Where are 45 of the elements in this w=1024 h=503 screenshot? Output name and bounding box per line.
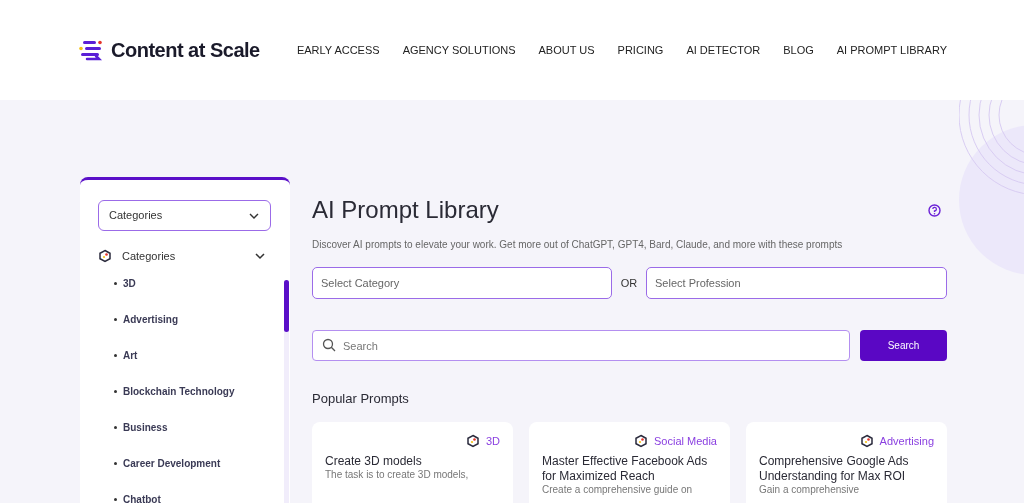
category-dropdown[interactable]: Categories (98, 200, 271, 231)
scrollbar[interactable] (284, 280, 289, 503)
brand-name[interactable]: Content at Scale (111, 35, 260, 65)
profession-select[interactable]: Select Profession (646, 267, 947, 299)
page-title: AI Prompt Library (312, 195, 499, 225)
hexagon-icon (465, 433, 480, 448)
nav-link[interactable]: BLOG (783, 41, 814, 59)
card-title: Master Effective Facebook Ads for Maximized Reach (542, 454, 709, 484)
card-tag[interactable]: Advertising (879, 432, 934, 449)
nav-link[interactable]: ABOUT US (538, 41, 595, 59)
hexagon-icon (634, 433, 648, 448)
nav-link[interactable]: EARLY ACCESS (296, 41, 380, 59)
category-item[interactable]: Advertising (114, 310, 271, 328)
card-title: Create 3D models (325, 454, 423, 469)
category-item[interactable]: Business (114, 418, 271, 436)
nav-link[interactable]: AI PROMPT LIBRARY (836, 41, 947, 59)
category-select[interactable]: Select Category (312, 267, 612, 299)
section-label[interactable]: Categories (122, 248, 176, 265)
search-button[interactable]: Search (860, 330, 947, 361)
category-item[interactable]: 3D (114, 274, 271, 292)
help-icon[interactable] (928, 203, 941, 217)
card-description: The task is to create 3D models, (325, 469, 470, 481)
logo-icon (79, 39, 103, 61)
category-item[interactable]: Art (114, 346, 271, 364)
section-heading: Popular Prompts (312, 390, 410, 408)
prompt-card[interactable]: 3D Create 3D models The task is to create 3D models, (312, 421, 513, 503)
search-icon (322, 338, 336, 352)
nav-link[interactable]: PRICING (617, 41, 664, 59)
subtitle: Discover AI prompts to elevate your work. Get more out of ChatGPT, GPT4, Bard, Claude, and more with these prompts (312, 238, 844, 252)
category-item[interactable]: Blockchain Technology (114, 382, 271, 400)
nav-link[interactable]: AI DETECTOR (686, 41, 761, 59)
category-item[interactable]: Career Development (114, 454, 271, 472)
prompt-card[interactable]: Social Media Master Effective Facebook Ads for Maximized Reach Create a comprehensive guide on (529, 421, 730, 503)
card-description: Gain a comprehensive (759, 484, 861, 496)
prompt-card[interactable]: Advertising Comprehensive Google Ads Understanding for Max ROI Gain a comprehensive (746, 421, 947, 503)
card-tag[interactable]: 3D (485, 432, 500, 449)
search-field[interactable]: Search (312, 330, 850, 361)
card-tag[interactable]: Social Media (654, 432, 717, 449)
hexagon-icon (859, 433, 874, 448)
card-title: Comprehensive Google Ads Understanding for Max ROI (759, 454, 910, 484)
or-label: OR (619, 275, 639, 291)
hexagon-icon (98, 249, 112, 264)
nav-link[interactable]: AGENCY SOLUTIONS (402, 41, 516, 59)
category-item[interactable]: Chatbot (114, 490, 271, 503)
card-description: Create a comprehensive guide on (542, 484, 694, 496)
